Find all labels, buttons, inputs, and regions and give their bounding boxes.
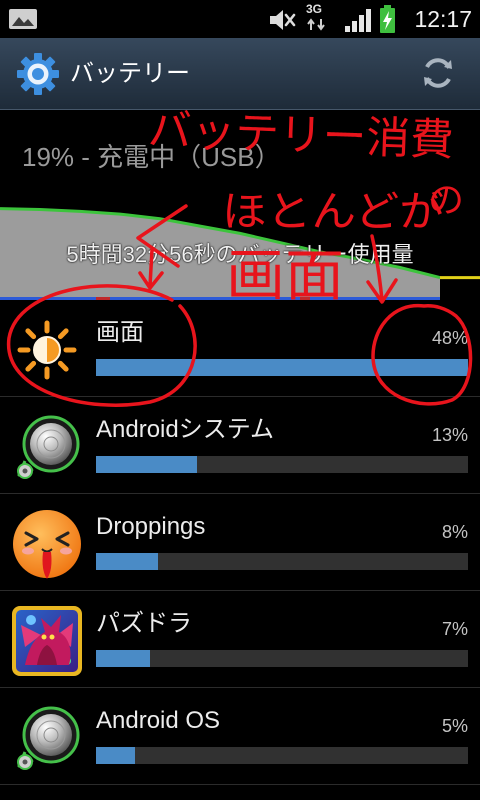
usage-item-label: Droppings bbox=[96, 513, 206, 540]
signal-strength-icon bbox=[345, 9, 371, 32]
refresh-icon[interactable] bbox=[420, 55, 456, 91]
gallery-notification-icon bbox=[9, 9, 37, 29]
data-activity-icon bbox=[307, 18, 325, 31]
battery-charging-icon bbox=[380, 5, 395, 33]
title-bar: バッテリー bbox=[0, 38, 480, 110]
usage-item-label: パズドラ bbox=[96, 610, 192, 637]
droppings-app-icon bbox=[11, 508, 83, 580]
mute-icon bbox=[270, 10, 296, 30]
usage-bar-fill bbox=[96, 747, 135, 764]
usage-bar-fill bbox=[96, 359, 468, 376]
usage-bar bbox=[96, 359, 468, 376]
usage-item-label: 画面 bbox=[96, 319, 144, 346]
usage-item-percent: 7% bbox=[441, 619, 468, 639]
usage-row-android-os[interactable]: Android OS 5% bbox=[0, 688, 480, 785]
usage-item-label: Android OS bbox=[96, 707, 221, 734]
usage-bar bbox=[96, 456, 468, 473]
usage-bar bbox=[96, 747, 468, 764]
battery-settings-screen: 3G 12:17 バッテリー 19% - 充電中（USB） 5時間32分56秒の… bbox=[0, 0, 480, 800]
usage-bar-fill bbox=[96, 650, 151, 667]
brightness-icon bbox=[11, 314, 83, 386]
android-os-icon bbox=[11, 702, 83, 774]
status-bar: 3G 12:17 bbox=[0, 0, 480, 38]
usage-item-percent: 13% bbox=[431, 425, 468, 445]
clock: 12:17 bbox=[414, 6, 472, 32]
usage-bar-fill bbox=[96, 553, 158, 570]
usage-bar bbox=[96, 553, 468, 570]
usage-bar bbox=[96, 650, 468, 667]
android-system-icon bbox=[11, 411, 83, 483]
usage-row-screen[interactable]: 画面 48% bbox=[0, 300, 480, 397]
page-title: バッテリー bbox=[70, 60, 190, 87]
usage-item-label: Androidシステム bbox=[96, 416, 275, 443]
usage-item-percent: 8% bbox=[441, 522, 468, 542]
usage-row-droppings[interactable]: Droppings 8% bbox=[0, 494, 480, 591]
battery-history-graph[interactable]: 5時間32分56秒のバッテリー使用量 bbox=[0, 200, 480, 300]
usage-row-puzzle-dragons[interactable]: パズドラ 7% bbox=[0, 591, 480, 688]
puzzle-dragons-app-icon bbox=[11, 605, 83, 677]
battery-usage-list: 画面 48% Androidシステム 13% Droppings 8% パズドラ… bbox=[0, 300, 480, 800]
usage-row-android-system[interactable]: Androidシステム 13% bbox=[0, 397, 480, 494]
battery-usage-duration-label: 5時間32分56秒のバッテリー使用量 bbox=[66, 242, 414, 267]
settings-gear-icon bbox=[17, 53, 59, 95]
battery-status-text: 19% - 充電中（USB） bbox=[22, 142, 281, 172]
usage-bar-fill bbox=[96, 456, 197, 473]
network-type-label: 3G bbox=[306, 2, 323, 16]
battery-status-summary: 19% - 充電中（USB） bbox=[0, 110, 480, 200]
usage-item-percent: 48% bbox=[431, 328, 468, 348]
usage-item-percent: 5% bbox=[441, 716, 468, 736]
